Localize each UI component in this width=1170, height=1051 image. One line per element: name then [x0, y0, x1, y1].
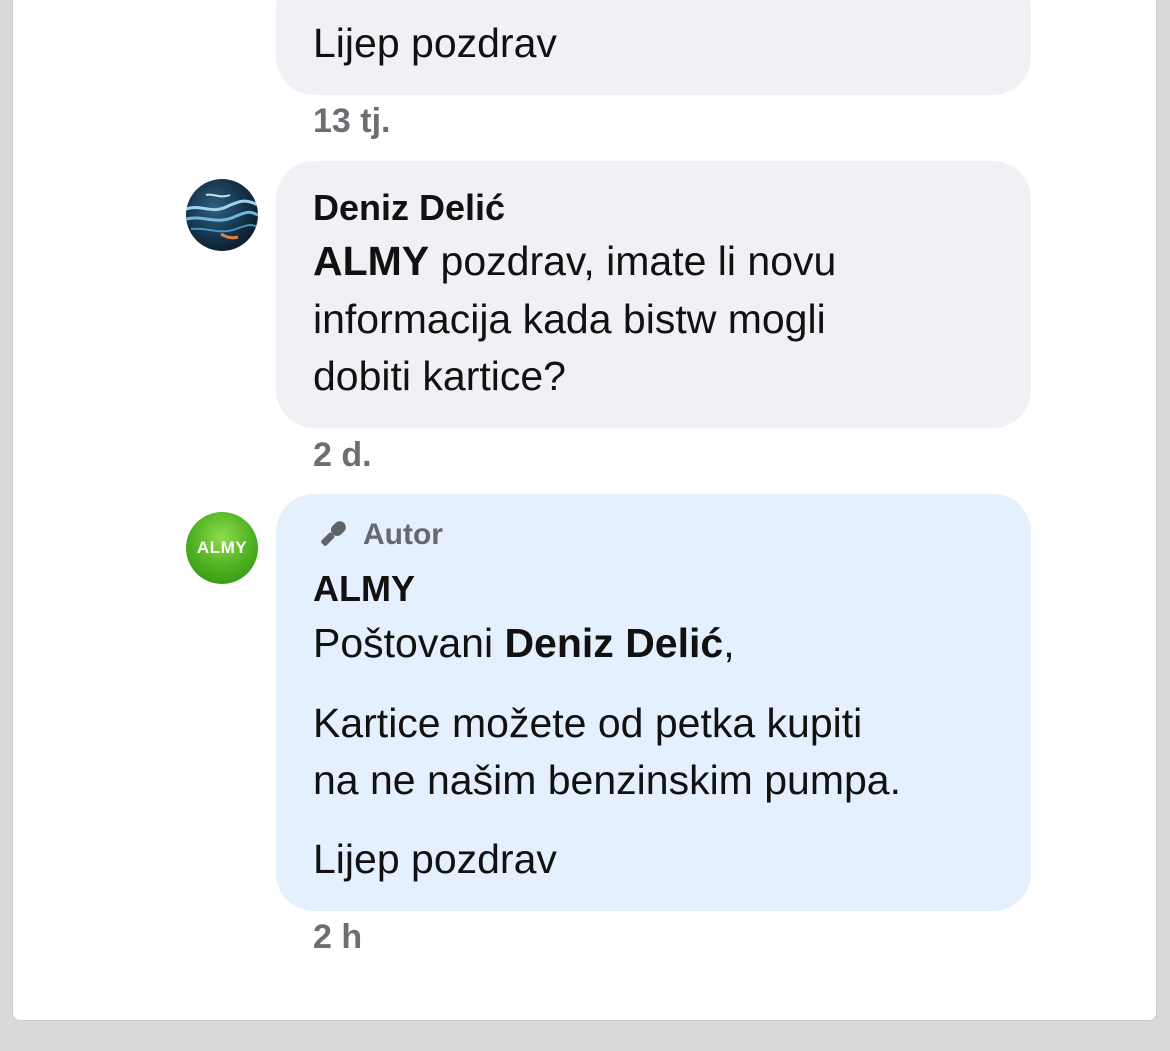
comment-closing: Lijep pozdrav	[313, 836, 557, 882]
comment-text-line: dobiti kartice?	[313, 353, 566, 399]
avatar[interactable]: ALMY	[186, 512, 258, 584]
mention-tag[interactable]: ALMY	[313, 238, 429, 284]
comment-author[interactable]: ALMY	[313, 567, 415, 611]
comment-text-line: informacija kada bistw mogli	[313, 296, 826, 342]
comment-text-line: ALMY pozdrav, imate li novu	[313, 233, 836, 290]
comment-text-line: Kartice možete od petka kupiti	[313, 700, 863, 746]
avatar-text: ALMY	[196, 538, 248, 557]
comment-bubble[interactable]: Lijep pozdrav	[276, 0, 1031, 95]
comment-bubble[interactable]: Deniz Delić ALMY pozdrav, imate li novu …	[276, 161, 1031, 428]
author-badge-label: Autor	[363, 518, 443, 551]
avatar[interactable]	[186, 179, 258, 251]
comment-text-line: na ne našim benzinskim pumpa.	[313, 757, 901, 803]
comment-timestamp[interactable]: 2 h	[313, 918, 362, 957]
comment-author[interactable]: Deniz Delić	[313, 186, 505, 230]
microphone-icon	[321, 521, 346, 546]
comment-text: Lijep pozdrav	[313, 20, 557, 66]
ocean-photo-avatar-icon	[186, 179, 258, 251]
greeting-suffix: ,	[723, 620, 735, 666]
comment-timestamp[interactable]: 2 d.	[313, 436, 372, 475]
greeting-prefix: Poštovani	[313, 620, 505, 666]
comment-greeting: Poštovani Deniz Delić,	[313, 615, 735, 672]
greeting-name: Deniz Delić	[504, 620, 724, 666]
comment-timestamp[interactable]: 13 tj.	[313, 102, 390, 141]
author-badge: Autor	[313, 513, 443, 557]
comment-text: pozdrav, imate li novu	[429, 238, 837, 284]
comment-bubble-author[interactable]: Autor ALMY Poštovani Deniz Delić, Kartic…	[276, 494, 1031, 911]
